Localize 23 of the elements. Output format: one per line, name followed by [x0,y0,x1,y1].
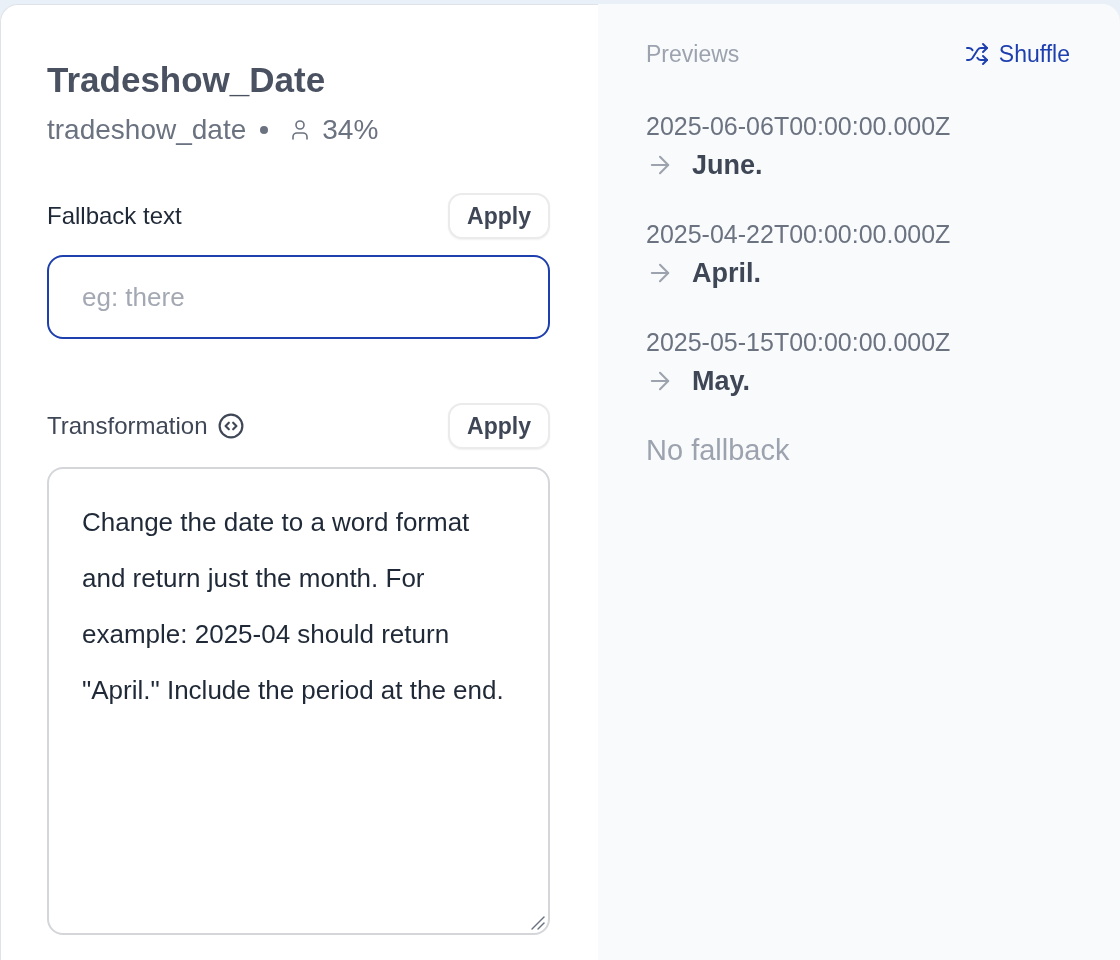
code-icon [217,413,244,439]
apply-button[interactable]: Apply [448,193,550,239]
transformation-textarea[interactable]: Change the date to a word format and return just the month. For example: 2025-04 should return "April." Include the period at the end. [47,467,550,935]
shuffle-label: Shuffle [998,40,1070,69]
fallback-input[interactable]: eg: there [47,255,550,339]
transformation-label: Transformation [47,411,208,441]
usage-percentage: 34% [322,113,379,147]
resize-handle-icon[interactable] [531,916,545,930]
preview-date-text: 2025-04-22T00:00:00.000Z [646,219,951,250]
preview-date-text: 2025-05-15T00:00:00.000Z [646,327,951,358]
preview-result-text: May. [692,365,751,398]
shuffle-icon [964,42,989,66]
field-title: Tradeshow_Date [47,59,326,101]
preview-result-text: April. [692,257,761,290]
apply-button[interactable]: Apply [448,403,550,449]
no-fallback-note: No fallback [646,433,790,468]
preview-date-text: 2025-06-06T00:00:00.000Z [646,111,951,142]
preview-result-text: June. [692,149,763,182]
shuffle-button[interactable]: Shuffle [964,38,1070,70]
fallback-label: Fallback text [47,201,182,231]
transformation-text: Change the date to a word format and return just the month. For example: 2025-04 should return "April." Include the period at the end. [82,506,505,707]
previews-title: Previews [646,40,740,69]
field-key: tradeshow_date [47,113,247,147]
